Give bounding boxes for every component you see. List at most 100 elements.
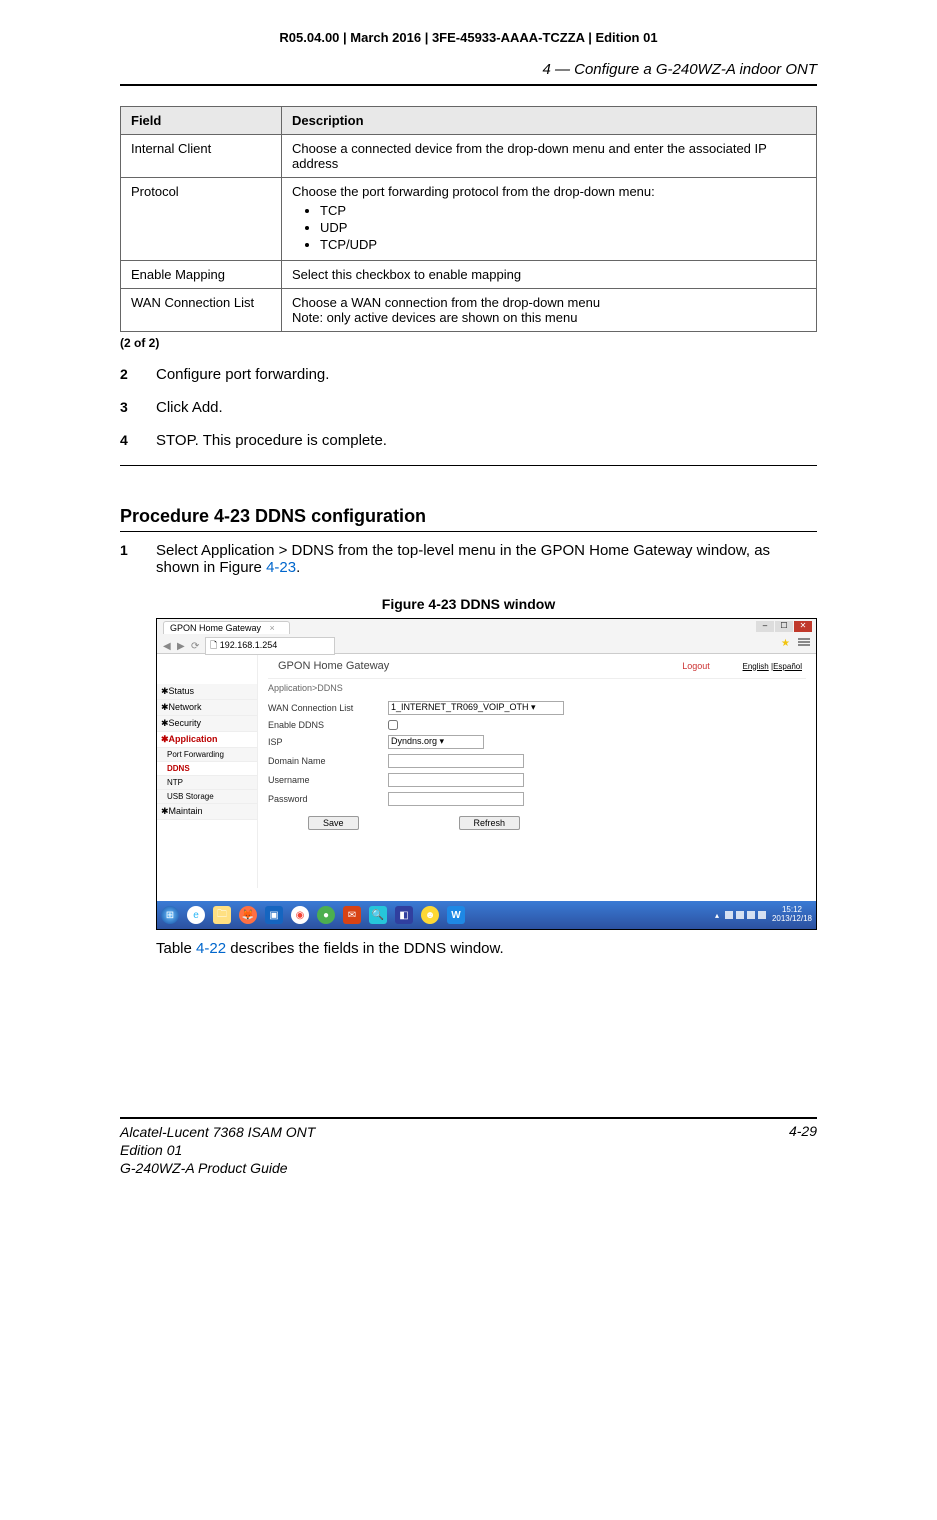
cell-desc: Choose a connected device from the drop-… <box>282 135 817 178</box>
table-ref-link[interactable]: 4-22 <box>196 940 226 957</box>
protocol-list: TCP UDP TCP/UDP <box>292 203 806 252</box>
back-icon[interactable]: ◀ <box>163 641 173 651</box>
lang-espanol-link[interactable]: Español <box>773 662 802 671</box>
post-figure-text: Table 4-22 describes the fields in the D… <box>156 940 817 957</box>
th-field: Field <box>121 107 282 135</box>
browser-tab[interactable]: GPON Home Gateway × <box>163 621 290 634</box>
enable-ddns-label: Enable DDNS <box>268 720 388 730</box>
table-row: Internal Client Choose a connected devic… <box>121 135 817 178</box>
cell-field: WAN Connection List <box>121 289 282 332</box>
step-text: Click Add. <box>156 399 817 416</box>
sidebar: ✱Status ✱Network ✱Security ✱Application … <box>157 654 258 888</box>
footer-line-1: Alcatel-Lucent 7368 ISAM ONT <box>120 1123 315 1141</box>
form-row-username: Username <box>268 773 806 787</box>
sidebar-item-maintain[interactable]: ✱Maintain <box>157 804 257 820</box>
bookmark-icon[interactable]: ★ <box>781 638 790 649</box>
chrome-icon[interactable]: ◉ <box>291 906 309 924</box>
sidebar-item-ddns[interactable]: DDNS <box>157 762 257 776</box>
sidebar-item-ntp[interactable]: NTP <box>157 776 257 790</box>
show-hidden-icon[interactable]: ▴ <box>715 911 719 920</box>
domain-label: Domain Name <box>268 756 388 766</box>
magnifier-icon[interactable]: 🔍 <box>369 906 387 924</box>
close-icon[interactable]: ✕ <box>794 621 812 632</box>
isp-select[interactable]: Dyndns.org ▾ <box>388 735 484 749</box>
ie-icon[interactable]: e <box>187 906 205 924</box>
form-buttons: Save Refresh <box>308 816 806 830</box>
figure-ref-link[interactable]: 4-23 <box>266 559 296 576</box>
tray-icon[interactable] <box>758 911 766 919</box>
cell-desc-text: Choose the port forwarding protocol from… <box>292 184 655 199</box>
taskbar-tray: ▴ 15:12 2013/12/18 <box>715 906 812 924</box>
document-header: R05.04.00 | March 2016 | 3FE-45933-AAAA-… <box>120 30 817 45</box>
refresh-button[interactable]: Refresh <box>459 816 521 830</box>
table-row: WAN Connection List Choose a WAN connect… <box>121 289 817 332</box>
domain-input[interactable] <box>388 754 524 768</box>
form-row-isp: ISP Dyndns.org ▾ <box>268 735 806 749</box>
cell-field: Enable Mapping <box>121 261 282 289</box>
yellow-app-icon[interactable]: ☻ <box>421 906 439 924</box>
list-item: TCP <box>320 203 806 218</box>
sidebar-item-application[interactable]: ✱Application <box>157 732 257 748</box>
lang-english-link[interactable]: English <box>743 662 769 671</box>
tray-icon[interactable] <box>725 911 733 919</box>
cell-desc: Select this checkbox to enable mapping <box>282 261 817 289</box>
taskbar-clock[interactable]: 15:12 2013/12/18 <box>772 906 812 924</box>
save-button[interactable]: Save <box>308 816 359 830</box>
logout-link[interactable]: Logout <box>682 661 710 671</box>
start-button-icon[interactable]: ⊞ <box>161 906 179 924</box>
steps-list: 2 Configure port forwarding. 3 Click Add… <box>120 366 817 449</box>
window-controls: – ☐ ✕ <box>756 621 812 632</box>
step-text: Select Application > DDNS from the top-l… <box>156 542 817 576</box>
step-row: 3 Click Add. <box>120 399 817 416</box>
sidebar-item-status[interactable]: ✱Status <box>157 684 257 700</box>
main-area: GPON Home Gateway Logout English |Españo… <box>258 654 816 888</box>
virtualbox-icon[interactable]: ▣ <box>265 906 283 924</box>
document-footer: Alcatel-Lucent 7368 ISAM ONT Edition 01 … <box>120 1117 817 1178</box>
section-title: 4 — Configure a G-240WZ-A indoor ONT <box>120 61 817 78</box>
word-icon[interactable]: W <box>447 906 465 924</box>
menu-icon[interactable] <box>798 637 810 647</box>
username-input[interactable] <box>388 773 524 787</box>
url-input[interactable]: 🗋 192.168.1.254 <box>205 637 335 655</box>
wan-select[interactable]: 1_INTERNET_TR069_VOIP_OTH ▾ <box>388 701 564 715</box>
firefox-icon[interactable]: 🦊 <box>239 906 257 924</box>
password-input[interactable] <box>388 792 524 806</box>
forward-icon[interactable]: ▶ <box>177 641 187 651</box>
footer-line-3: G-240WZ-A Product Guide <box>120 1159 315 1177</box>
sidebar-item-label: Application <box>169 734 218 744</box>
tray-icons <box>725 911 766 919</box>
maximize-icon[interactable]: ☐ <box>775 621 793 632</box>
recorder-icon[interactable]: ◧ <box>395 906 413 924</box>
table-footer: (2 of 2) <box>120 336 817 350</box>
reload-icon[interactable]: ⟳ <box>191 641 201 651</box>
sidebar-item-usb[interactable]: USB Storage <box>157 790 257 804</box>
sidebar-item-network[interactable]: ✱Network <box>157 700 257 716</box>
form-row-password: Password <box>268 792 806 806</box>
cell-field: Internal Client <box>121 135 282 178</box>
messenger-icon[interactable]: ✉ <box>343 906 361 924</box>
step-number: 3 <box>120 399 156 416</box>
green-app-icon[interactable]: ● <box>317 906 335 924</box>
form-row-domain: Domain Name <box>268 754 806 768</box>
tray-icon[interactable] <box>736 911 744 919</box>
th-desc: Description <box>282 107 817 135</box>
url-text: 192.168.1.254 <box>220 640 278 650</box>
tray-icon[interactable] <box>747 911 755 919</box>
text-pre: Table <box>156 940 196 957</box>
footer-line-2: Edition 01 <box>120 1141 315 1159</box>
procedure-end-rule <box>120 465 817 466</box>
sidebar-item-security[interactable]: ✱Security <box>157 716 257 732</box>
cell-desc-text: Choose a WAN connection from the drop-do… <box>292 295 806 310</box>
list-item: UDP <box>320 220 806 235</box>
cell-field: Protocol <box>121 178 282 261</box>
step-number: 4 <box>120 432 156 449</box>
enable-ddns-checkbox[interactable] <box>388 720 398 730</box>
gateway-header: GPON Home Gateway Logout English |Españo… <box>268 654 806 679</box>
list-item: TCP/UDP <box>320 237 806 252</box>
close-icon[interactable]: × <box>270 623 275 633</box>
fields-table: Field Description Internal Client Choose… <box>120 106 817 332</box>
step-row: 4 STOP. This procedure is complete. <box>120 432 817 449</box>
explorer-icon[interactable]: 🗀 <box>213 906 231 924</box>
sidebar-item-portforwarding[interactable]: Port Forwarding <box>157 748 257 762</box>
minimize-icon[interactable]: – <box>756 621 774 632</box>
